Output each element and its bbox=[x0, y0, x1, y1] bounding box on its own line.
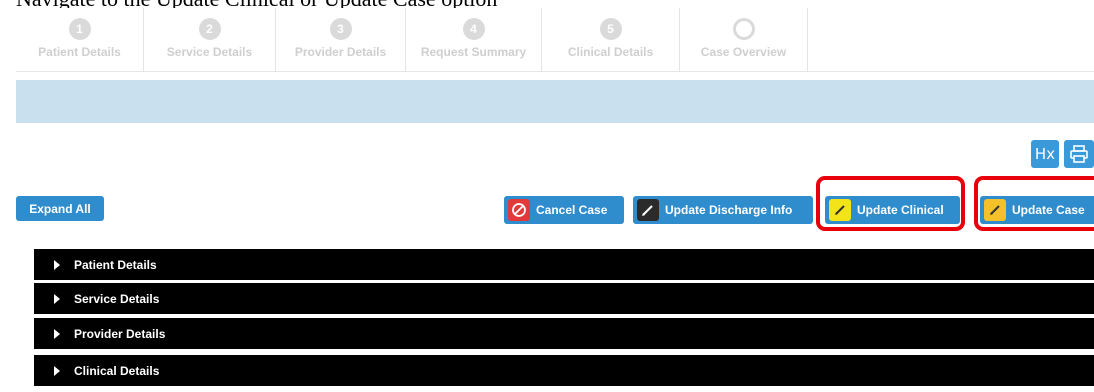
history-button[interactable]: Hx bbox=[1031, 140, 1059, 168]
section-patient-details[interactable]: Patient Details bbox=[34, 249, 1094, 280]
step-label: Provider Details bbox=[294, 45, 387, 59]
caption-strip: Navigate to the Update Clinical or Updat… bbox=[0, 0, 1094, 8]
update-case-button[interactable]: Update Case bbox=[980, 196, 1094, 224]
step-service-details[interactable]: 2 Service Details bbox=[144, 8, 276, 72]
step-label: Service Details bbox=[166, 45, 253, 59]
steps-filler bbox=[808, 8, 1094, 72]
history-icon: Hx bbox=[1034, 145, 1056, 163]
step-label: Clinical Details bbox=[567, 45, 654, 59]
cancel-case-button[interactable]: Cancel Case bbox=[504, 196, 624, 224]
update-clinical-button[interactable]: Update Clinical bbox=[825, 196, 960, 224]
section-label: Service Details bbox=[74, 291, 160, 306]
wizard-steps: 1 Patient Details 2 Service Details 3 Pr… bbox=[16, 8, 808, 72]
update-discharge-info-button[interactable]: Update Discharge Info bbox=[633, 196, 813, 224]
caret-right-icon bbox=[54, 259, 60, 270]
cancel-icon bbox=[508, 199, 530, 221]
step-circle-icon bbox=[732, 18, 755, 40]
cancel-case-label: Cancel Case bbox=[536, 203, 608, 217]
info-band bbox=[16, 80, 1094, 123]
edit-orange-icon bbox=[984, 199, 1006, 221]
update-case-label: Update Case bbox=[1012, 203, 1085, 217]
update-discharge-info-label: Update Discharge Info bbox=[665, 203, 793, 217]
caret-right-icon bbox=[54, 328, 60, 339]
update-clinical-label: Update Clinical bbox=[857, 203, 944, 217]
edit-yellow-icon bbox=[829, 199, 851, 221]
pencil-icon bbox=[637, 199, 659, 221]
step-label: Patient Details bbox=[38, 45, 121, 59]
caret-right-icon bbox=[54, 365, 60, 376]
section-provider-details[interactable]: Provider Details bbox=[34, 318, 1094, 349]
caption-text: Navigate to the Update Clinical or Updat… bbox=[16, 0, 497, 8]
section-service-details[interactable]: Service Details bbox=[34, 283, 1094, 314]
step-patient-details[interactable]: 1 Patient Details bbox=[16, 8, 144, 72]
section-label: Provider Details bbox=[74, 326, 166, 341]
step-number: 1 bbox=[68, 18, 91, 40]
step-request-summary[interactable]: 4 Request Summary bbox=[406, 8, 542, 72]
section-clinical-details[interactable]: Clinical Details bbox=[34, 355, 1094, 386]
step-case-overview[interactable]: Case Overview bbox=[680, 8, 808, 72]
step-clinical-details[interactable]: 5 Clinical Details bbox=[542, 8, 680, 72]
step-number: 3 bbox=[329, 18, 352, 40]
section-label: Clinical Details bbox=[74, 363, 160, 378]
step-label: Request Summary bbox=[420, 45, 527, 59]
step-number: 4 bbox=[462, 18, 485, 40]
printer-icon bbox=[1070, 145, 1088, 163]
step-provider-details[interactable]: 3 Provider Details bbox=[276, 8, 406, 72]
step-number: 2 bbox=[198, 18, 221, 40]
print-button[interactable] bbox=[1064, 140, 1094, 168]
expand-all-button[interactable]: Expand All bbox=[16, 196, 104, 221]
expand-all-label: Expand All bbox=[29, 201, 91, 216]
section-label: Patient Details bbox=[74, 257, 157, 272]
step-number: 5 bbox=[599, 18, 622, 40]
caret-right-icon bbox=[54, 293, 60, 304]
step-label: Case Overview bbox=[700, 45, 787, 59]
